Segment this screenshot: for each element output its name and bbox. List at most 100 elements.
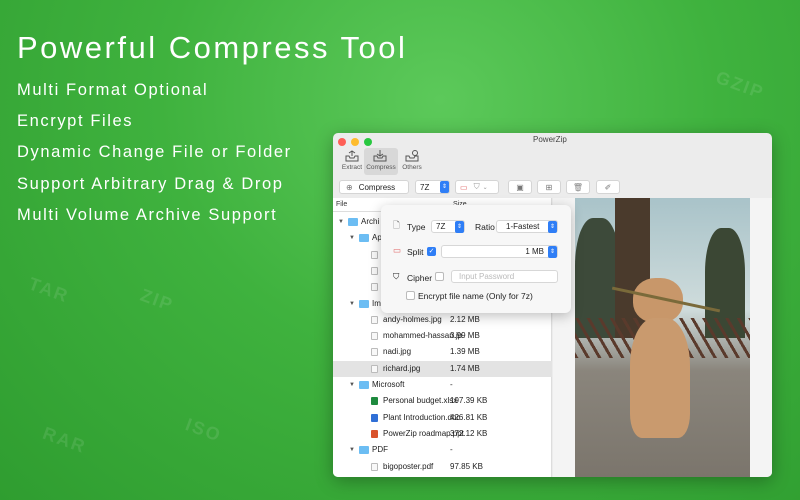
file-size: - (450, 445, 453, 455)
file-size: 1.74 MB (450, 363, 480, 373)
watermark: ISO (182, 414, 225, 446)
file-icon (371, 462, 378, 471)
format-select[interactable]: 7Z ⇕ (415, 180, 450, 194)
minimize-button[interactable] (351, 138, 359, 146)
file-size: - (450, 380, 453, 389)
stepper-icon: ⇕ (440, 181, 449, 193)
file-row[interactable]: ▼ PDF - (333, 442, 552, 458)
file-icon (371, 397, 378, 406)
tab-compress[interactable]: Compress (364, 148, 398, 175)
folder-icon (359, 299, 369, 308)
delete-button[interactable]: 🗑 (566, 180, 590, 194)
close-button[interactable] (338, 138, 346, 146)
window-title: PowerZip (533, 135, 567, 144)
options-button[interactable]: ▭ ⛉ ⌄ (455, 180, 499, 194)
password-input[interactable]: Input Password (451, 270, 558, 283)
file-row[interactable]: Plant Introduction.doc 426.81 KB (333, 410, 552, 426)
password-placeholder: Input Password (459, 272, 515, 281)
file-row[interactable]: Personal budget.xlsx 197.39 KB (333, 393, 552, 409)
disclosure-triangle-icon[interactable]: ▼ (349, 377, 355, 393)
file-row[interactable]: ▼ Microsoft - (333, 377, 552, 393)
watermark: GZIP (713, 67, 768, 103)
file-row[interactable]: richard.jpg 1.74 MB (333, 360, 552, 377)
file-size: 426.81 KB (450, 412, 488, 422)
compress-action-button[interactable]: ⊕ Compress (339, 180, 409, 194)
file-size: 2.12 MB (450, 314, 480, 324)
compress-label: Compress (358, 182, 396, 192)
watermark: TAR (26, 273, 73, 307)
file-icon (371, 413, 378, 422)
broom-icon: ✐ (604, 182, 612, 192)
encrypt-filename-label[interactable]: Encrypt file name (Only for 7z) (418, 291, 533, 301)
file-row[interactable]: mohammed-hassan.jp 3.99 MB (333, 328, 552, 344)
type-select[interactable]: 7Z ⇕ (431, 220, 465, 233)
feature-item: Encrypt Files (17, 112, 134, 130)
preview-image (575, 198, 750, 477)
cipher-checkbox[interactable] (435, 272, 444, 281)
format-value: 7Z (420, 182, 430, 192)
file-size: 197.39 KB (450, 396, 488, 406)
type-value: 7Z (436, 222, 446, 231)
type-label: Type (407, 222, 426, 232)
hero-title: Powerful Compress Tool (17, 30, 408, 65)
stepper-icon: ⇕ (548, 221, 557, 233)
file-row[interactable]: bigoposter.pdf 97.85 KB (333, 459, 552, 475)
compress-icon: ⊕ (346, 182, 353, 192)
stepper-icon: ⇕ (455, 221, 464, 233)
tab-label: Others (402, 164, 422, 171)
disclosure-triangle-icon[interactable]: ▼ (349, 230, 355, 246)
file-icon (371, 429, 378, 438)
trash-icon: 🗑 (572, 182, 584, 192)
tab-label: Compress (366, 164, 396, 171)
disclosure-triangle-icon[interactable]: ▼ (338, 214, 344, 230)
file-row[interactable]: nadi.jpg 1.39 MB (333, 344, 552, 360)
folder-icon (359, 234, 369, 243)
split-icon: ▭ (393, 245, 402, 255)
add-folder-button[interactable]: ▣ (508, 180, 532, 194)
chevron-down-icon: ⌄ (482, 184, 488, 191)
file-icon (371, 283, 378, 292)
feature-item: Multi Format Optional (17, 81, 209, 99)
file-icon (371, 332, 378, 341)
split-label: Split (407, 247, 424, 257)
ratio-select[interactable]: 1-Fastest ⇕ (496, 220, 558, 233)
feature-item: Dynamic Change File or Folder (17, 143, 292, 161)
zoom-button[interactable] (364, 138, 372, 146)
watermark: ZIP (137, 284, 177, 316)
extract-icon (345, 150, 359, 162)
shield-icon: ⛉ (393, 271, 400, 281)
encrypt-filename-checkbox[interactable] (406, 291, 415, 300)
file-icon (371, 348, 378, 357)
file-icon (371, 250, 378, 259)
shield-icon: ⛉ (473, 182, 480, 191)
tab-others[interactable]: Others (396, 148, 428, 175)
feature-item: Support Arbitrary Drag & Drop (17, 175, 284, 193)
compress-icon (373, 150, 387, 162)
split-size-select[interactable]: 1 MB ⇕ (441, 245, 558, 258)
folder-icon (359, 446, 369, 455)
split-icon: ▭ (460, 182, 468, 192)
file-size: 97.85 KB (450, 461, 483, 471)
split-checkbox[interactable]: ✓ (427, 247, 436, 256)
preview-pane (553, 198, 772, 477)
file-type-icon: 🗋 (393, 220, 400, 230)
disclosure-triangle-icon[interactable]: ▼ (349, 442, 355, 458)
file-icon (371, 315, 378, 324)
disclosure-triangle-icon[interactable]: ▼ (349, 296, 355, 312)
folder-icon (359, 381, 369, 389)
folder-icon: ▣ (516, 182, 524, 192)
cipher-label: Cipher (407, 273, 433, 283)
column-file[interactable]: File (336, 201, 347, 208)
watermark: RAR (40, 422, 90, 458)
clean-button[interactable]: ✐ (596, 180, 620, 194)
file-row[interactable]: PowerZip roadmap.ppt 372.12 KB (333, 426, 552, 442)
compress-options-popover: 🗋 Type 7Z ⇕ Ratio 1-Fastest ⇕ ▭ Split ✓ 1 … (381, 205, 571, 313)
gear-icon (405, 150, 419, 162)
add-file-button[interactable]: ⊞ (537, 180, 561, 194)
file-icon (371, 364, 378, 373)
split-value: 1 MB (525, 247, 544, 256)
file-row[interactable]: andy-holmes.jpg 2.12 MB (333, 312, 552, 328)
ratio-value: 1-Fastest (506, 222, 540, 231)
tab-label: Extract (341, 164, 363, 171)
file-size: 3.99 MB (450, 331, 480, 341)
